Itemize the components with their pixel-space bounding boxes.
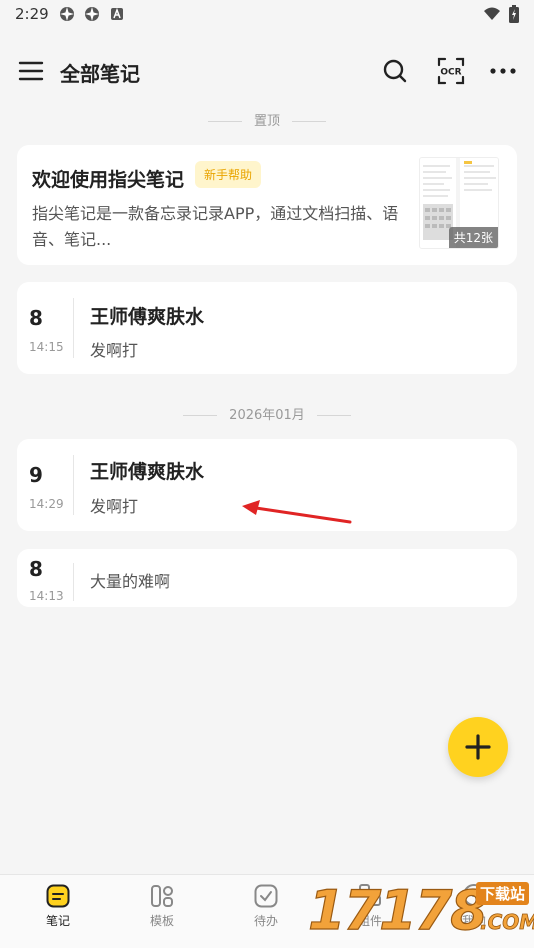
app-bar: 全部笔记 OCR [0,44,534,100]
search-icon[interactable] [380,56,410,86]
app-icon [85,7,99,21]
note-thumbnail: 共12张 [419,157,499,249]
site-watermark: 17178 下载站 .COM [307,876,534,948]
tab-label: 笔记 [45,914,70,928]
note-body: 发啊打 [90,497,139,516]
status-time: 2:29 [15,5,49,23]
help-badge: 新手帮助 [195,161,262,188]
note-card[interactable]: 8 14:13 大量的难啊 [17,549,517,607]
divider [73,455,74,515]
app-icon [60,7,74,21]
add-note-button[interactable] [448,717,508,777]
tab-templates[interactable]: 模板 [122,875,202,948]
pinned-note-card[interactable]: 欢迎使用指尖笔记 新手帮助 指尖笔记是一款备忘录记录APP，通过文档扫描、语音、… [17,145,517,265]
tab-todo[interactable]: 待办 [226,875,306,948]
divider [183,415,218,416]
wifi-icon [484,7,500,20]
divider [292,121,326,122]
image-count-badge: 共12张 [448,227,498,248]
note-title: 欢迎使用指尖笔记 [32,169,185,191]
divider [73,298,74,358]
watermark-digits: 17178 [307,878,488,942]
note-card[interactable]: 8 14:15 王师傅爽肤水 发啊打 [17,282,517,374]
hamburger-icon[interactable] [18,58,44,84]
divider [207,121,242,122]
tab-notes[interactable]: 笔记 [18,875,98,948]
template-icon [151,885,173,907]
divider [73,563,74,601]
divider [316,415,351,416]
section-label: 2026年01月 [229,408,305,423]
ocr-label: OCR [440,68,461,78]
annotation-arrow [242,500,352,524]
section-label: 置顶 [253,114,280,129]
note-day: 9 [29,463,43,487]
note-day: 8 [29,557,43,581]
note-title: 王师傅爽肤水 [90,306,205,328]
tab-label: 模板 [149,914,174,928]
note-title: 王师傅爽肤水 [90,461,205,483]
note-time: 14:15 [29,340,64,354]
more-icon[interactable] [488,56,518,86]
checkbox-icon [254,884,278,908]
ocr-icon[interactable]: OCR [436,56,466,86]
page-title: 全部笔记 [60,62,140,86]
note-description: 指尖笔记是一款备忘录记录APP，通过文档扫描、语音、笔记... [32,204,399,249]
note-day: 8 [29,306,43,330]
watermark-text: 下载站 [476,882,530,905]
status-bar: 2:29 [0,0,534,30]
tab-label: 待办 [253,914,278,928]
note-time: 14:13 [29,589,64,603]
section-header-month: 2026年01月 [0,404,534,423]
battery-icon [509,5,519,23]
a-icon [111,7,123,20]
note-time: 14:29 [29,497,64,511]
section-header-pinned: 置顶 [0,110,534,129]
watermark-domain: .COM [480,910,534,935]
note-body: 大量的难啊 [90,572,171,591]
note-icon [46,884,70,908]
note-body: 发啊打 [90,341,139,360]
plus-icon [465,734,491,760]
